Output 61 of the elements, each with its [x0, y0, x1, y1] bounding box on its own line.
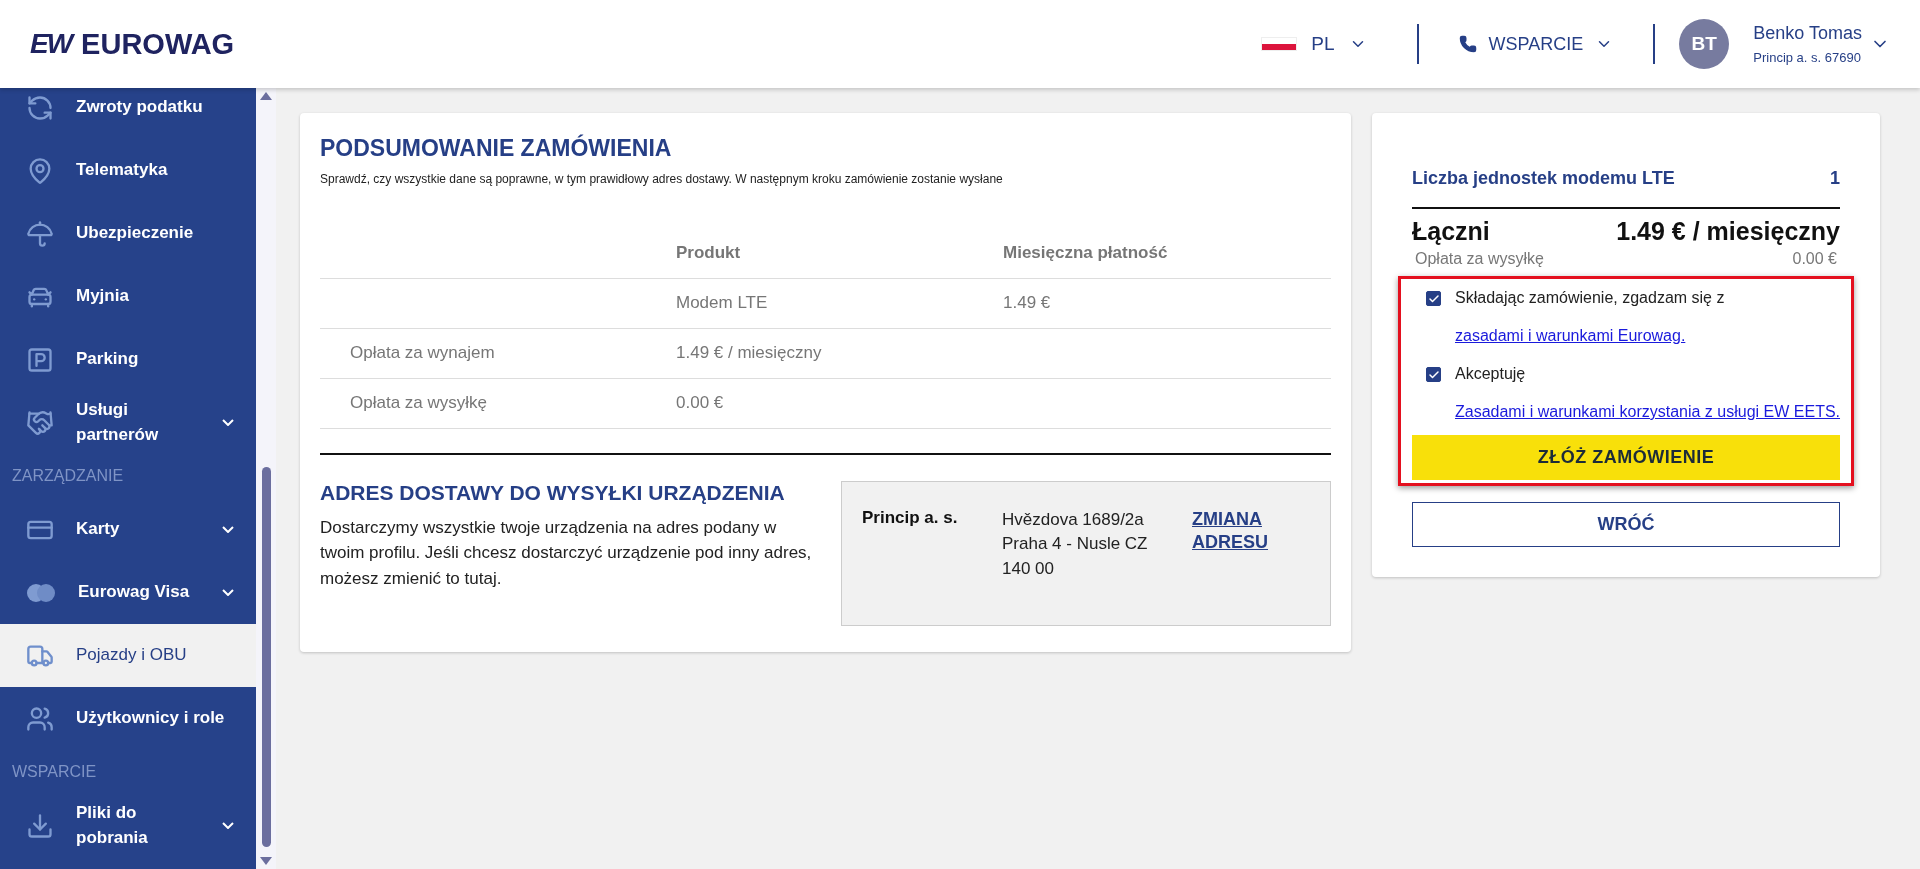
- flag-icon: [1261, 37, 1298, 51]
- units-value: 1: [1830, 168, 1840, 189]
- table-cell: Opłata za wynajem: [320, 328, 676, 378]
- sidebar-item[interactable]: Myjnia: [0, 265, 256, 328]
- company-name: Princip a. s.: [862, 507, 959, 529]
- address-title: ADRES DOSTAWY DO WYSYŁKI URZĄDZENIA: [320, 480, 786, 505]
- address-line: Hvězdova 1689/2a: [1002, 508, 1145, 531]
- sidebar-item[interactable]: Ubezpieczenie: [0, 202, 256, 265]
- sidebar-item[interactable]: Karty: [0, 498, 256, 561]
- sidebar-item[interactable]: Pojazdy i OBU: [0, 624, 256, 687]
- sidebar-item[interactable]: Usługi partnerów: [0, 391, 256, 454]
- sidebar-item[interactable]: Użytkownicy i role: [0, 687, 256, 750]
- summary-note: Sprawdź, czy wszystkie dane są poprawne, w tym prawidłowy adres dostawy. W następnym kroku zamówienie zostanie wysłane: [320, 172, 1004, 186]
- column-header: Produkt: [676, 228, 1003, 278]
- sidebar-item[interactable]: Telematyka: [0, 139, 256, 202]
- terms-link[interactable]: zasadami i warunkami Eurowag.: [1455, 327, 1686, 344]
- umbrella-icon: [26, 219, 54, 248]
- download-icon: [26, 811, 54, 840]
- sidebar-item[interactable]: Eurowag Visa: [0, 561, 256, 624]
- checkbox[interactable]: [1426, 367, 1441, 382]
- total-value: 1.49 € / miesięczny: [1616, 217, 1840, 246]
- consent-text: Składając zamówienie, zgadzam się z zasadami i warunkami Eurowag.: [1455, 288, 1726, 346]
- scrollbar-thumb[interactable]: [261, 467, 271, 847]
- card-circles-icon: [26, 582, 56, 603]
- shipping-value: 0.00 €: [1792, 250, 1837, 268]
- submit-order-button[interactable]: ZŁÓŻ ZAMÓWIENIE: [1412, 435, 1840, 480]
- total-label: Łączni: [1412, 217, 1490, 246]
- table-cell: 1.49 € / miesięczny: [676, 328, 1003, 378]
- scroll-up-arrow-icon[interactable]: [260, 92, 272, 100]
- shipping-label: Opłata za wysyłkę: [1415, 250, 1544, 268]
- handshake-icon: [26, 408, 54, 437]
- parking-icon: [26, 345, 54, 374]
- consent-text: Akceptuję Zasadami i warunkami korzystania z usługi EW EETS.: [1455, 364, 1840, 422]
- people-icon: [26, 704, 54, 733]
- summary-title: PODSUMOWANIE ZAMÓWIENIA: [320, 135, 673, 162]
- sidebar-item[interactable]: Parking: [0, 328, 256, 391]
- units-label: Liczba jednostek modemu LTE: [1412, 168, 1675, 189]
- table-cell: Opłata za wysyłkę: [320, 378, 676, 428]
- scrollbar[interactable]: [256, 88, 276, 869]
- scroll-down-arrow-icon[interactable]: [260, 857, 272, 865]
- refresh-icon: [26, 93, 54, 122]
- section-label: WSPARCIE: [11, 762, 98, 782]
- sidebar-item[interactable]: Zwroty podatku: [0, 88, 256, 139]
- table-cell: 0.00 €: [676, 378, 1003, 428]
- column-header: Miesięczna płatność: [1003, 228, 1331, 278]
- avatar[interactable]: BT: [1679, 19, 1730, 69]
- back-button[interactable]: WRÓĆ: [1412, 502, 1840, 547]
- terms-link[interactable]: Zasadami i warunkami korzystania z usługi EW EETS.: [1455, 403, 1840, 420]
- logo[interactable]: EW EUROWAG: [30, 27, 235, 61]
- user-menu[interactable]: Benko Tomas Princip a. s. 67690: [1729, 23, 1890, 65]
- change-address-link[interactable]: ZMIANA ADRESU: [1192, 507, 1292, 599]
- table-cell: 1.49 €: [1003, 278, 1331, 328]
- phone-icon: [1458, 35, 1477, 53]
- address-line: Praha 4 - Nusle CZ 140 00: [1002, 533, 1149, 580]
- language-selector[interactable]: PL: [1261, 33, 1417, 55]
- address-description: Dostarczymy wszystkie twoje urządzenia na adres podany w twoim profilu. Jeśli chcesz dostarczyć urządzenie pod inny adres, możesz zmienić to tutaj.: [320, 516, 813, 590]
- support-menu[interactable]: WSPARCIE: [1418, 33, 1654, 55]
- sidebar-item[interactable]: Pliki do pobrania: [0, 794, 256, 857]
- table-cell: Modem LTE: [676, 278, 1003, 328]
- checkbox[interactable]: [1426, 291, 1441, 306]
- section-label: ZARZĄDZANIE: [11, 466, 125, 486]
